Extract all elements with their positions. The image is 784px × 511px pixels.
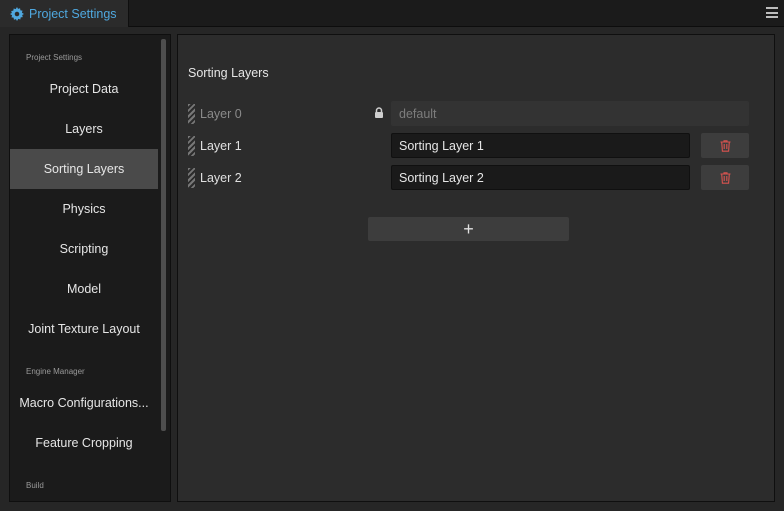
- sidebar-item-layers[interactable]: Layers: [10, 109, 158, 149]
- lock-icon: [375, 107, 383, 118]
- settings-sidebar: Project Settings Project Data Layers Sor…: [9, 34, 171, 502]
- layer-row-0: Layer 0: [188, 101, 760, 127]
- sidebar-item-feature-cropping[interactable]: Feature Cropping: [10, 423, 158, 463]
- trash-icon: [720, 171, 730, 184]
- trash-icon: [720, 139, 730, 152]
- page-title: Sorting Layers: [188, 66, 269, 80]
- drag-handle-icon: [188, 104, 195, 124]
- layer-row-1: Layer 1: [188, 133, 760, 159]
- sidebar-item-model[interactable]: Model: [10, 269, 158, 309]
- hamburger-menu-icon[interactable]: [766, 7, 778, 18]
- drag-handle-icon[interactable]: [188, 136, 195, 156]
- gear-icon: [10, 6, 24, 21]
- sidebar-item-joint-texture-layout[interactable]: Joint Texture Layout: [10, 309, 158, 349]
- layer-name: Layer 0: [200, 107, 242, 121]
- delete-layer-2-button[interactable]: [701, 165, 749, 190]
- tab-project-settings[interactable]: Project Settings: [0, 0, 129, 27]
- sidebar-item-scripting[interactable]: Scripting: [10, 229, 158, 269]
- group-label-engine-manager: Engine Manager: [26, 367, 85, 376]
- tab-title: Project Settings: [29, 6, 117, 21]
- sidebar-item-sorting-layers[interactable]: Sorting Layers: [10, 149, 158, 189]
- layer-2-name-field[interactable]: [391, 165, 690, 190]
- layer-name: Layer 2: [200, 171, 242, 185]
- layer-row-2: Layer 2: [188, 165, 760, 191]
- group-label-project-settings: Project Settings: [26, 53, 83, 62]
- layer-name: Layer 1: [200, 139, 242, 153]
- title-bar: Project Settings: [0, 0, 784, 27]
- sidebar-item-macro-configurations[interactable]: Macro Configurations...: [10, 383, 158, 423]
- drag-handle-icon[interactable]: [188, 168, 195, 188]
- group-label-build: Build: [26, 481, 44, 490]
- layer-0-name-field: [391, 101, 749, 126]
- add-layer-button[interactable]: +: [368, 217, 569, 241]
- sorting-layers-panel: Sorting Layers Layer 0 Layer 1 Layer 2 +: [177, 34, 775, 502]
- layer-1-name-field[interactable]: [391, 133, 690, 158]
- sidebar-item-project-data[interactable]: Project Data: [10, 69, 158, 109]
- delete-layer-1-button[interactable]: [701, 133, 749, 158]
- sidebar-scrollbar[interactable]: [161, 39, 166, 431]
- sidebar-item-physics[interactable]: Physics: [10, 189, 158, 229]
